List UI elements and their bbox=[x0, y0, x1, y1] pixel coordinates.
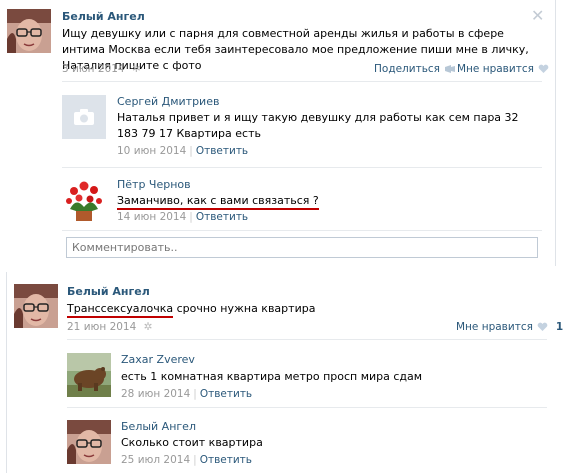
reply-avatar[interactable] bbox=[67, 420, 111, 464]
reply-author-link[interactable]: Сергей Дмитриев bbox=[117, 95, 219, 108]
share-button[interactable]: Поделиться bbox=[374, 63, 456, 75]
reply-button[interactable]: Ответить bbox=[200, 388, 252, 400]
lizard-icon: ✲ bbox=[143, 321, 153, 333]
like-label: Мне нравится bbox=[456, 321, 533, 333]
like-label: Мне нравится bbox=[457, 63, 534, 75]
reply-meta: 28 июн 2014 | Ответить bbox=[121, 388, 253, 400]
reply-date[interactable]: 10 июн 2014 bbox=[117, 145, 186, 157]
reply-author-link[interactable]: Пётр Чернов bbox=[117, 178, 191, 191]
divider bbox=[67, 339, 547, 340]
author-avatar[interactable] bbox=[7, 9, 51, 53]
divider bbox=[67, 407, 547, 408]
reply-text: Заманчиво, как с вами связаться ? bbox=[117, 193, 319, 210]
megaphone-icon bbox=[444, 65, 455, 73]
close-icon[interactable]: ✕ bbox=[531, 8, 544, 24]
reply-date[interactable]: 28 июн 2014 bbox=[121, 388, 190, 400]
reply-avatar[interactable] bbox=[67, 353, 111, 397]
flowers-photo-icon bbox=[62, 177, 106, 221]
reply-date[interactable]: 25 июл 2014 bbox=[121, 454, 190, 466]
comment-input[interactable]: Комментировать.. bbox=[66, 237, 538, 258]
post-meta: 3 июн 2014 ✲ bbox=[62, 63, 141, 75]
divider bbox=[62, 230, 542, 231]
post-text-underlined: Транссексуалочка bbox=[67, 302, 174, 318]
wall-thread-2: Белый Ангел Транссексуалочка срочно нужн… bbox=[6, 272, 563, 473]
bear-photo-icon bbox=[67, 353, 111, 397]
like-button[interactable]: Мне нравится 1 bbox=[456, 321, 563, 333]
post-text-rest: срочно нужна квартира bbox=[173, 302, 316, 315]
camera-icon bbox=[74, 109, 94, 125]
wall-thread-1: Белый Ангел ✕ Ищу девушку или с парня дл… bbox=[0, 0, 556, 266]
heart-icon bbox=[538, 64, 549, 73]
reply-text-underlined: Заманчиво, как с вами связаться ? bbox=[117, 194, 319, 210]
reply-text: Наталья привет и я ищу такую девушку для… bbox=[117, 111, 519, 140]
post-text: Транссексуалочка срочно нужна квартира bbox=[67, 301, 316, 318]
heart-icon bbox=[537, 322, 548, 331]
reply-avatar[interactable] bbox=[62, 95, 106, 139]
reply-text: есть 1 комнатная квартира метро просп ми… bbox=[121, 370, 423, 383]
divider bbox=[62, 167, 542, 168]
post-author-link[interactable]: Белый Ангел bbox=[67, 285, 150, 298]
reply-meta: 14 июн 2014 | Ответить bbox=[117, 211, 249, 223]
reply-button[interactable]: Ответить bbox=[200, 454, 252, 466]
divider bbox=[62, 81, 542, 82]
avatar-photo-icon bbox=[67, 420, 111, 464]
like-button[interactable]: Мне нравится bbox=[457, 63, 549, 75]
avatar-photo-icon bbox=[7, 9, 51, 53]
avatar-photo-icon bbox=[14, 284, 58, 328]
reply-meta: 10 июн 2014 | Ответить bbox=[117, 145, 249, 157]
reply-author-link[interactable]: Zaxar Zverev bbox=[121, 353, 195, 366]
reply-text: Сколько стоит квартира bbox=[121, 436, 263, 449]
reply-button[interactable]: Ответить bbox=[196, 145, 248, 157]
post-date[interactable]: 3 июн 2014 bbox=[62, 63, 125, 75]
camera-placeholder bbox=[62, 95, 106, 139]
share-label: Поделиться bbox=[374, 63, 440, 75]
author-avatar[interactable] bbox=[14, 284, 58, 328]
like-count: 1 bbox=[555, 321, 563, 333]
reply-date[interactable]: 14 июн 2014 bbox=[117, 211, 186, 223]
reply-meta: 25 июл 2014 | Ответить bbox=[121, 454, 252, 466]
post-author-link[interactable]: Белый Ангел bbox=[62, 10, 145, 23]
post-meta: 21 июн 2014 ✲ bbox=[67, 321, 152, 333]
post-date[interactable]: 21 июн 2014 bbox=[67, 321, 136, 333]
reply-author-link[interactable]: Белый Ангел bbox=[121, 420, 196, 433]
reply-button[interactable]: Ответить bbox=[196, 211, 248, 223]
lizard-icon: ✲ bbox=[131, 63, 141, 75]
reply-avatar[interactable] bbox=[62, 177, 106, 221]
